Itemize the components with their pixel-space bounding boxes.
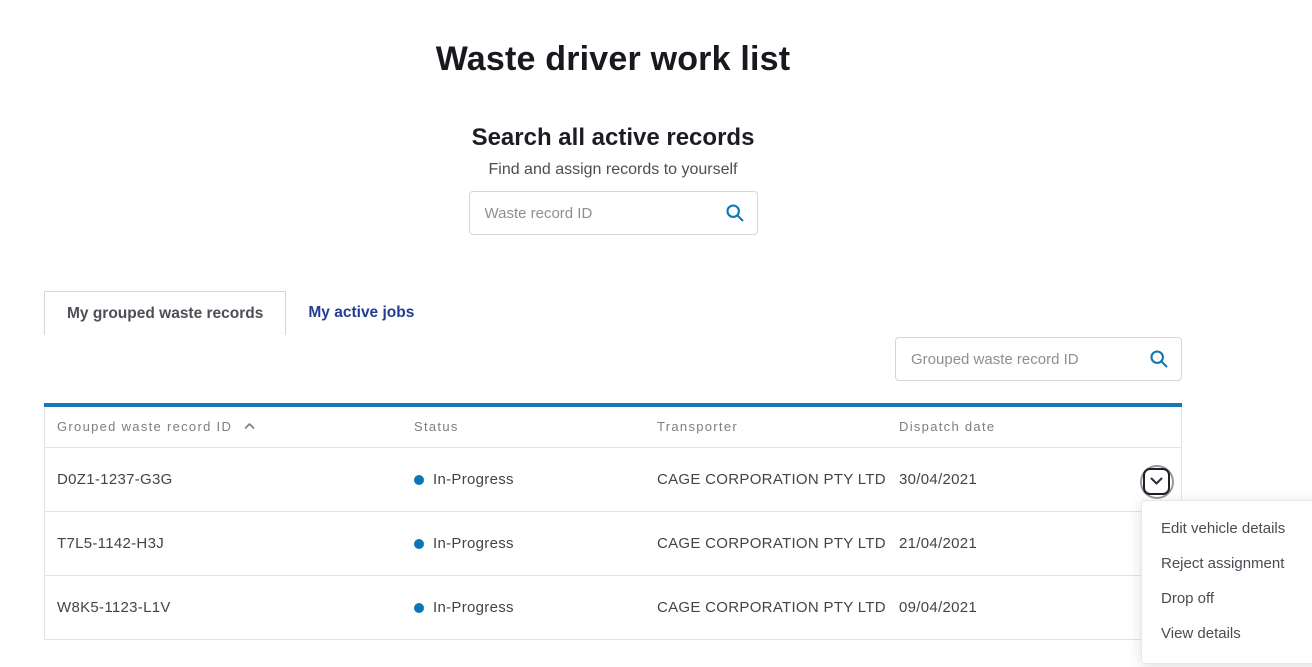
sort-ascending-icon [244, 422, 255, 430]
status-label: In-Progress [433, 599, 514, 616]
cell-status: In-Progress [414, 447, 657, 511]
column-header-dispatch-date: Dispatch date [899, 407, 1182, 447]
column-label: Dispatch date [899, 419, 995, 434]
column-label: Status [414, 419, 459, 434]
cell-status: In-Progress [414, 575, 657, 639]
tab-bar: My grouped waste records My active jobs [44, 291, 1182, 335]
table-body: D0Z1-1237-G3G In-Progress CAGE CORPORATI… [44, 447, 1182, 639]
row-actions [1143, 468, 1170, 495]
menu-item-reject-assignment[interactable]: Reject assignment [1142, 546, 1312, 581]
cell-status: In-Progress [414, 511, 657, 575]
cell-grouped-waste-record-id: D0Z1-1237-G3G [44, 447, 414, 511]
cell-transporter: CAGE CORPORATION PTY LTD [657, 575, 899, 639]
column-header-grouped-waste-record-id[interactable]: Grouped waste record ID [44, 407, 414, 447]
cell-grouped-waste-record-id: T7L5-1142-H3J [44, 511, 414, 575]
status-label: In-Progress [433, 535, 514, 552]
status-dot-icon [414, 475, 424, 485]
cell-grouped-waste-record-id: W8K5-1123-L1V [44, 575, 414, 639]
waste-record-search-input[interactable] [469, 191, 758, 235]
menu-item-view-details[interactable]: View details [1142, 616, 1312, 651]
cell-dispatch-date: 21/04/2021 [899, 511, 1182, 575]
tab-label: My active jobs [308, 304, 414, 322]
tab-my-active-jobs[interactable]: My active jobs [306, 291, 416, 335]
table-header-row: Grouped waste record ID Status Transport… [44, 407, 1182, 447]
search-icon[interactable] [1148, 348, 1169, 369]
search-section-heading: Search all active records [44, 124, 1182, 152]
row-actions-button[interactable] [1143, 468, 1170, 495]
main-content: Waste driver work list Search all active… [44, 0, 1182, 640]
waste-driver-work-list-page: Waste driver work list Search all active… [0, 0, 1312, 667]
waste-record-search [469, 191, 758, 235]
grouped-waste-records-table: Grouped waste record ID Status Transport… [44, 403, 1182, 640]
table-row: T7L5-1142-H3J In-Progress CAGE CORPORATI… [44, 511, 1182, 575]
column-header-status: Status [414, 407, 657, 447]
row-actions-menu: Edit vehicle details Reject assignment D… [1141, 500, 1312, 664]
search-icon[interactable] [724, 202, 745, 223]
table-row: W8K5-1123-L1V In-Progress CAGE CORPORATI… [44, 575, 1182, 639]
page-title: Waste driver work list [44, 40, 1182, 78]
status-label: In-Progress [433, 471, 514, 488]
cell-transporter: CAGE CORPORATION PTY LTD [657, 511, 899, 575]
column-label: Transporter [657, 419, 738, 434]
grouped-record-search-input[interactable] [895, 337, 1182, 381]
tab-my-grouped-waste-records[interactable]: My grouped waste records [44, 291, 286, 335]
chevron-down-icon [1150, 477, 1163, 486]
column-label: Grouped waste record ID [57, 419, 232, 434]
menu-item-edit-vehicle-details[interactable]: Edit vehicle details [1142, 511, 1312, 546]
grouped-record-search [895, 337, 1182, 381]
table-header: Grouped waste record ID Status Transport… [44, 407, 1182, 447]
cell-dispatch-date: 09/04/2021 [899, 575, 1182, 639]
cell-transporter: CAGE CORPORATION PTY LTD [657, 447, 899, 511]
column-header-transporter: Transporter [657, 407, 899, 447]
menu-item-drop-off[interactable]: Drop off [1142, 581, 1312, 616]
search-section-subheading: Find and assign records to yourself [44, 160, 1182, 179]
search-all-active-records-section: Search all active records Find and assig… [44, 124, 1182, 235]
tab-label: My grouped waste records [67, 305, 263, 323]
status-dot-icon [414, 539, 424, 549]
status-dot-icon [414, 603, 424, 613]
table-toolbar [44, 337, 1182, 381]
table-row: D0Z1-1237-G3G In-Progress CAGE CORPORATI… [44, 447, 1182, 511]
